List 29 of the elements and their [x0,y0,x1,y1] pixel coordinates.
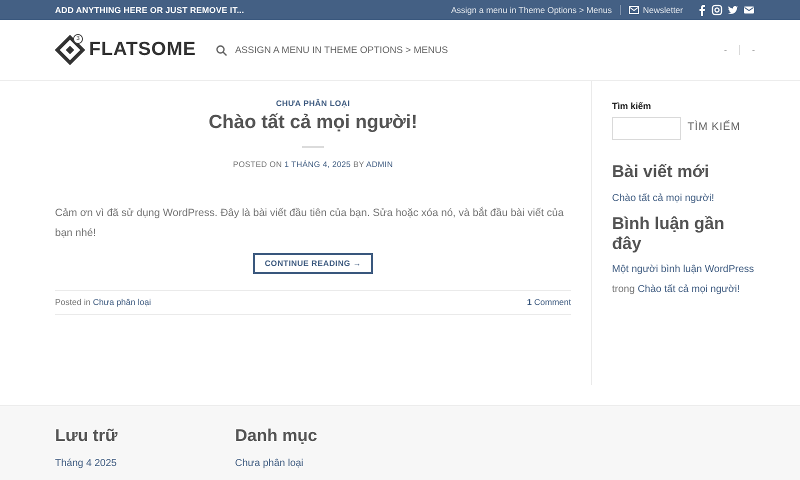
widget-title: Lưu trữ [55,426,118,446]
post-meta: POSTED ON 1 THÁNG 4, 2025 BY ADMIN [232,160,394,169]
widget-title: Bình luận gần đây [612,214,726,254]
comments-link[interactable]: 1 Comment [527,297,571,307]
topbar-text: ADD ANYTHING HERE OR JUST REMOVE IT... [55,5,246,15]
newsletter-link[interactable]: Newsletter [628,5,683,15]
twitter-icon[interactable] [727,4,739,16]
search-button[interactable]: TÌM KIẾM [681,114,747,140]
widget-title: Danh mục [235,426,318,446]
continue-reading-button[interactable]: CONTINUE READING → [252,253,374,274]
category-link[interactable]: CHƯA PHÂN LOẠI [55,99,571,108]
footer-link[interactable]: Chưa phân loại [235,458,415,469]
footer-link[interactable]: Tháng 4 2025 [55,458,235,469]
instagram-icon[interactable] [711,4,723,16]
posted-in-text: Posted in Chưa phân loại [55,297,151,307]
mail-icon [628,6,639,14]
widget-title: Bài viết mới [612,162,710,182]
logo-text[interactable]: FLATSOME [89,39,196,61]
search-label: Tìm kiếm [612,101,652,111]
search-icon[interactable] [216,44,228,56]
mail-icon[interactable] [743,4,755,16]
search-field[interactable] [612,117,681,140]
topbar-menu-link[interactable]: Assign a menu in Theme Options > Menus [451,5,621,15]
post-title[interactable]: Chào tất cả mọi người! [55,112,571,134]
recent-post-link[interactable]: Chào tất cả mọi người! [612,193,755,204]
post-excerpt: Cảm ơn vì đã sử dụng WordPress. Đây là bài viết đầu tiên của bạn. Sửa hoặc xóa nó, và bắt đầu bài viết của bạn nhé! [55,206,565,241]
diamond-logo-icon[interactable] [55,35,85,65]
recent-comment: Một người bình luận WordPress trong Chào tất cả mọi người! [612,263,755,297]
header-menu-link[interactable]: ASSIGN A MENU IN THEME OPTIONS > MENUS [235,44,448,56]
